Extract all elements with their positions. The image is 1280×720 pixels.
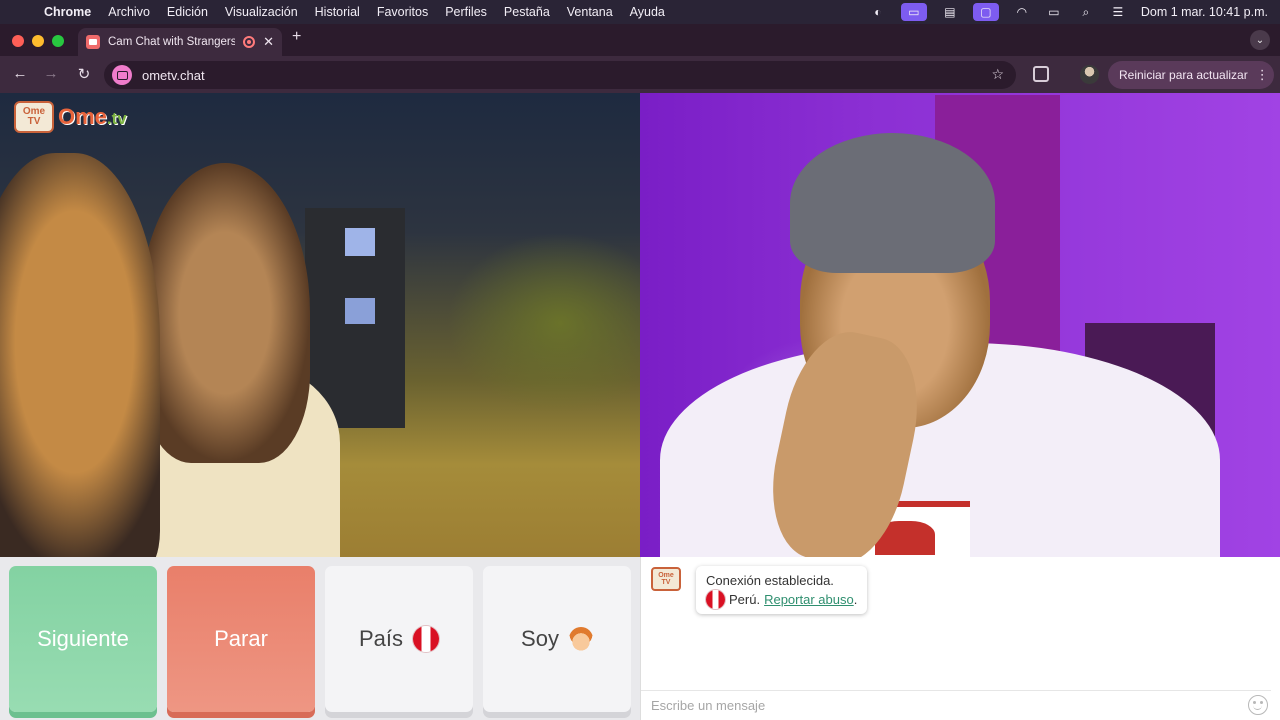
gender-select-button[interactable]: Soy [483,566,631,712]
country-filter-button[interactable]: País [325,566,473,712]
self-camera-video [640,93,1280,557]
restart-to-update-button[interactable]: Reiniciar para actualizar ⋮ [1108,61,1274,89]
url-text[interactable]: ometv.chat [142,68,205,83]
menu-bar-tray: ◐ ▭ ▤ ▢ ◠ ▭ ⌕ ☰ Dom 1 mar. 10:41 p.m. [869,0,1268,24]
video-window-light [345,228,375,256]
tab-title: Cam Chat with Strangers [108,36,236,48]
tab-search-button[interactable]: ⌄ [1250,30,1270,50]
site-info-icon[interactable] [112,65,132,85]
stop-button[interactable]: Parar [167,566,315,712]
ometv-logo: Ome TV Ome.tv [14,101,127,133]
country-filter-label: País [358,626,404,651]
new-tab-button[interactable]: + [292,28,301,46]
chat-panel: Ome TV Conexión establecida. Perú. Repor… [640,557,1280,720]
menu-archivo[interactable]: Archivo [108,5,150,19]
recording-indicator-icon [243,36,256,48]
browser-tab-active[interactable]: Cam Chat with Strangers ✕ [78,28,282,56]
video-window-light [345,298,375,324]
reload-button[interactable]: ↻ [74,65,94,83]
chat-logo-bottom: TV [661,579,671,586]
peru-flag-icon [706,590,725,609]
bookmark-star-icon[interactable]: ☆ [991,66,1004,83]
peru-flag-icon [413,626,440,652]
next-button-label: Siguiente [37,626,129,651]
menu-favoritos[interactable]: Favoritos [377,5,428,19]
extensions-icon[interactable] [1033,66,1049,82]
tab-close-button[interactable]: ✕ [263,34,274,50]
battery-icon[interactable]: ▭ [1045,5,1063,19]
logo-tv-bottom: TV [27,116,41,127]
ometv-wordmark: Ome.tv [58,104,127,130]
stranger-country-line: Perú. Reportar abuso. [706,590,857,609]
menu-edicion[interactable]: Edición [167,5,208,19]
stage-manager-icon[interactable]: ▭ [900,3,927,21]
stranger-country-text: Perú. [729,592,761,607]
restart-to-update-label: Reiniciar para actualizar [1119,68,1248,82]
message-input[interactable] [641,690,1271,720]
ometv-page: Ome TV Ome.tv Siguiente Parar País Soy O… [0,93,1280,720]
menu-pestana[interactable]: Pestaña [504,5,550,19]
menu-ventana[interactable]: Ventana [567,5,613,19]
address-bar[interactable]: ometv.chat ☆ [104,61,1016,89]
report-period: . [853,592,858,607]
control-center-icon[interactable]: ☰ [1109,5,1127,19]
screen-mirroring-icon[interactable]: ▢ [972,3,999,21]
chat-logo-top: Ome [658,572,674,579]
video-person-front [0,153,160,557]
macos-menu-bar: Chrome Archivo Edición Visualización His… [0,0,1280,24]
screen-share-icon[interactable]: ◐ [869,5,887,19]
video-cap [790,133,995,273]
browser-toolbar: ← → ↻ ometv.chat ☆ Reiniciar para actual… [0,56,1280,93]
stranger-video: Ome TV Ome.tv [0,93,640,557]
wifi-icon[interactable]: ◠ [1013,5,1031,19]
back-button[interactable]: ← [10,65,30,82]
ometv-favicon-icon [86,35,100,49]
menu-perfiles[interactable]: Perfiles [445,5,487,19]
menu-historial[interactable]: Historial [315,5,360,19]
menu-ayuda[interactable]: Ayuda [630,5,665,19]
menu-app-chrome[interactable]: Chrome [44,5,91,19]
menu-bar-clock[interactable]: Dom 1 mar. 10:41 p.m. [1141,5,1268,19]
logo-word: Ome [58,104,107,129]
browser-tab-strip: Cam Chat with Strangers ✕ + ⌄ [0,24,1280,56]
ometv-chat-avatar-icon: Ome TV [651,567,681,591]
emoji-icon[interactable] [1248,695,1268,715]
boy-icon [568,627,593,651]
logo-word-suffix: .tv [106,109,127,128]
ometv-tv-icon: Ome TV [14,101,54,133]
video-person-back [140,163,310,463]
spotlight-search-icon[interactable]: ⌕ [1077,5,1095,19]
report-abuse-link[interactable]: Reportar abuso [764,592,854,607]
profile-avatar[interactable] [1080,65,1099,84]
stop-button-label: Parar [214,626,268,651]
window-minimize-button[interactable] [32,35,44,47]
menu-visualizacion[interactable]: Visualización [225,5,298,19]
next-button[interactable]: Siguiente [9,566,157,712]
connection-status-text: Conexión establecida. [706,573,834,588]
window-zoom-button[interactable] [52,35,64,47]
gender-select-label: Soy [521,626,559,651]
system-message-bubble: Conexión establecida. Perú. Reportar abu… [696,566,868,614]
forward-button[interactable]: → [41,65,61,82]
window-close-button[interactable] [12,35,24,47]
keyboard-icon[interactable]: ▤ [941,5,959,19]
more-menu-icon[interactable]: ⋮ [1256,67,1269,83]
